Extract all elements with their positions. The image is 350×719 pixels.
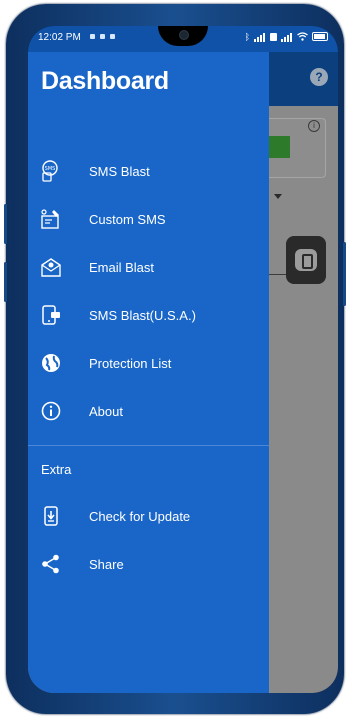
notification-icon bbox=[90, 34, 95, 39]
drawer-item-protection-list[interactable]: Protection List bbox=[28, 344, 269, 384]
drawer-title: Dashboard bbox=[41, 67, 169, 95]
camera-notch bbox=[158, 26, 208, 46]
phone-power-button bbox=[343, 242, 346, 306]
sms-chat-icon: SMS bbox=[42, 160, 58, 182]
globe-shield-icon bbox=[42, 354, 60, 372]
drawer-item-label: About bbox=[89, 404, 123, 419]
drawer-item-label: Email Blast bbox=[89, 260, 155, 275]
download-update-icon bbox=[44, 506, 58, 526]
phone-message-icon bbox=[42, 305, 60, 325]
drawer-item-label: Custom SMS bbox=[89, 212, 166, 227]
phone-screen: 12:02 PM ᛒ ? i Dashboard SMS SMS Blast C… bbox=[28, 26, 338, 693]
signal-icon bbox=[281, 31, 293, 42]
signal-icon bbox=[254, 31, 266, 42]
drawer-item-check-for-update[interactable]: Check for Update bbox=[28, 497, 269, 537]
app-content: ? i Dashboard SMS SMS Blast Custom SMS E… bbox=[28, 52, 338, 693]
drawer-item-label: Check for Update bbox=[89, 509, 191, 524]
floating-contact-button bbox=[286, 236, 326, 284]
help-icon[interactable]: ? bbox=[310, 68, 328, 86]
share-icon bbox=[42, 554, 59, 574]
front-camera bbox=[179, 30, 189, 40]
drawer-item-label: SMS Blast(U.S.A.) bbox=[89, 308, 196, 323]
info-icon bbox=[41, 401, 61, 421]
sim-icon bbox=[270, 32, 277, 41]
drawer-item-custom-sms[interactable]: Custom SMS bbox=[28, 200, 269, 240]
drawer-item-sms-blast[interactable]: SMS SMS Blast bbox=[28, 152, 269, 192]
status-time: 12:02 PM bbox=[38, 32, 81, 43]
wifi-icon bbox=[297, 32, 308, 41]
bluetooth-icon: ᛒ bbox=[244, 31, 250, 42]
drawer-item-about[interactable]: About bbox=[28, 392, 269, 432]
phone-side-button bbox=[4, 262, 7, 302]
battery-icon bbox=[312, 32, 328, 41]
drawer-item-label: Share bbox=[89, 557, 124, 572]
phone-side-button bbox=[4, 204, 7, 244]
drawer-item-email-blast[interactable]: Email Blast bbox=[28, 248, 269, 288]
chevron-down-icon bbox=[274, 194, 282, 199]
drawer-divider bbox=[28, 445, 269, 446]
email-icon bbox=[41, 258, 61, 277]
drawer-item-label: SMS Blast bbox=[89, 164, 150, 179]
drawer-section-title: Extra bbox=[41, 462, 72, 477]
drawer-item-sms-blast-usa[interactable]: SMS Blast(U.S.A.) bbox=[28, 296, 269, 336]
status-bar: 12:02 PM ᛒ bbox=[28, 26, 338, 52]
notification-icon bbox=[100, 34, 105, 39]
drawer-item-share[interactable]: Share bbox=[28, 545, 269, 585]
navigation-drawer: Dashboard SMS SMS Blast Custom SMS Email… bbox=[28, 52, 269, 693]
status-icons: ᛒ bbox=[245, 31, 328, 42]
info-icon: i bbox=[308, 120, 320, 132]
custom-sms-icon bbox=[41, 209, 59, 229]
phone-frame: 12:02 PM ᛒ ? i Dashboard SMS SMS Blast C… bbox=[4, 4, 346, 714]
svg-text:SMS: SMS bbox=[45, 166, 56, 172]
drawer-item-label: Protection List bbox=[89, 356, 172, 371]
notification-icon bbox=[110, 34, 115, 39]
